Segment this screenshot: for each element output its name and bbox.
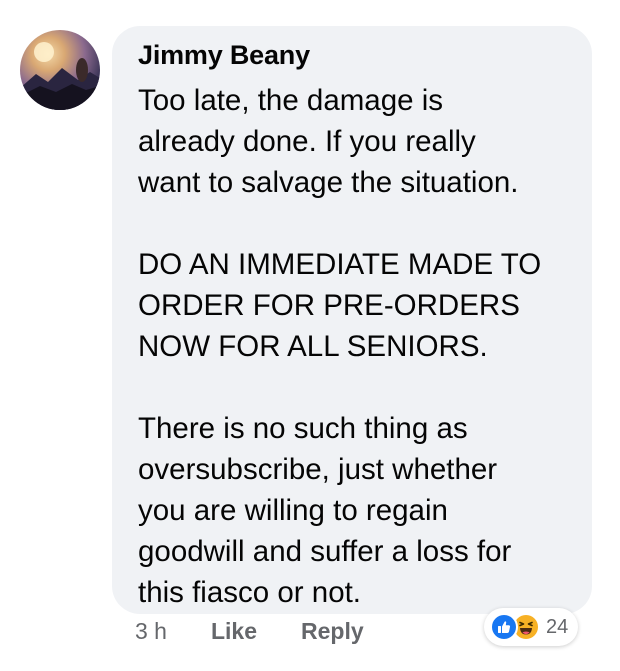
comment-line: Too late, the damage is (138, 84, 444, 117)
comment-paragraph: There is no such thing as oversubscribe,… (138, 408, 578, 613)
comment-line: oversubscribe, just whether (138, 453, 498, 486)
comment-actions: 3 h Like Reply (135, 618, 364, 645)
reaction-summary[interactable]: 24 (484, 608, 579, 646)
reply-button[interactable]: Reply (301, 618, 364, 645)
comment-line: this fiasco or not. (138, 576, 361, 609)
avatar[interactable] (20, 30, 100, 110)
like-button[interactable]: Like (211, 618, 257, 645)
comment-line: ORDER FOR PRE-ORDERS (138, 289, 520, 322)
comment-line: goodwill and suffer a loss for (138, 535, 512, 568)
comment-author[interactable]: Jimmy Beany (138, 40, 310, 71)
reaction-count: 24 (546, 615, 569, 638)
like-icon (490, 613, 518, 641)
comment-paragraph: DO AN IMMEDIATE MADE TO ORDER FOR PRE-OR… (138, 244, 578, 367)
comment-line: you are willing to regain (138, 494, 448, 527)
comment-line: NOW FOR ALL SENIORS. (138, 330, 488, 363)
comment-line: DO AN IMMEDIATE MADE TO (138, 248, 542, 281)
comment-text: Too late, the damage is already done. If… (138, 80, 578, 613)
comment-timestamp[interactable]: 3 h (135, 618, 167, 645)
comment-line: There is no such thing as (138, 412, 468, 445)
comment-line: already done. If you really (138, 125, 476, 158)
comment-line: want to salvage the situation. (138, 166, 519, 199)
comment-paragraph: Too late, the damage is already done. If… (138, 80, 578, 203)
comment-bubble: Jimmy Beany Too late, the damage is alre… (112, 26, 592, 614)
